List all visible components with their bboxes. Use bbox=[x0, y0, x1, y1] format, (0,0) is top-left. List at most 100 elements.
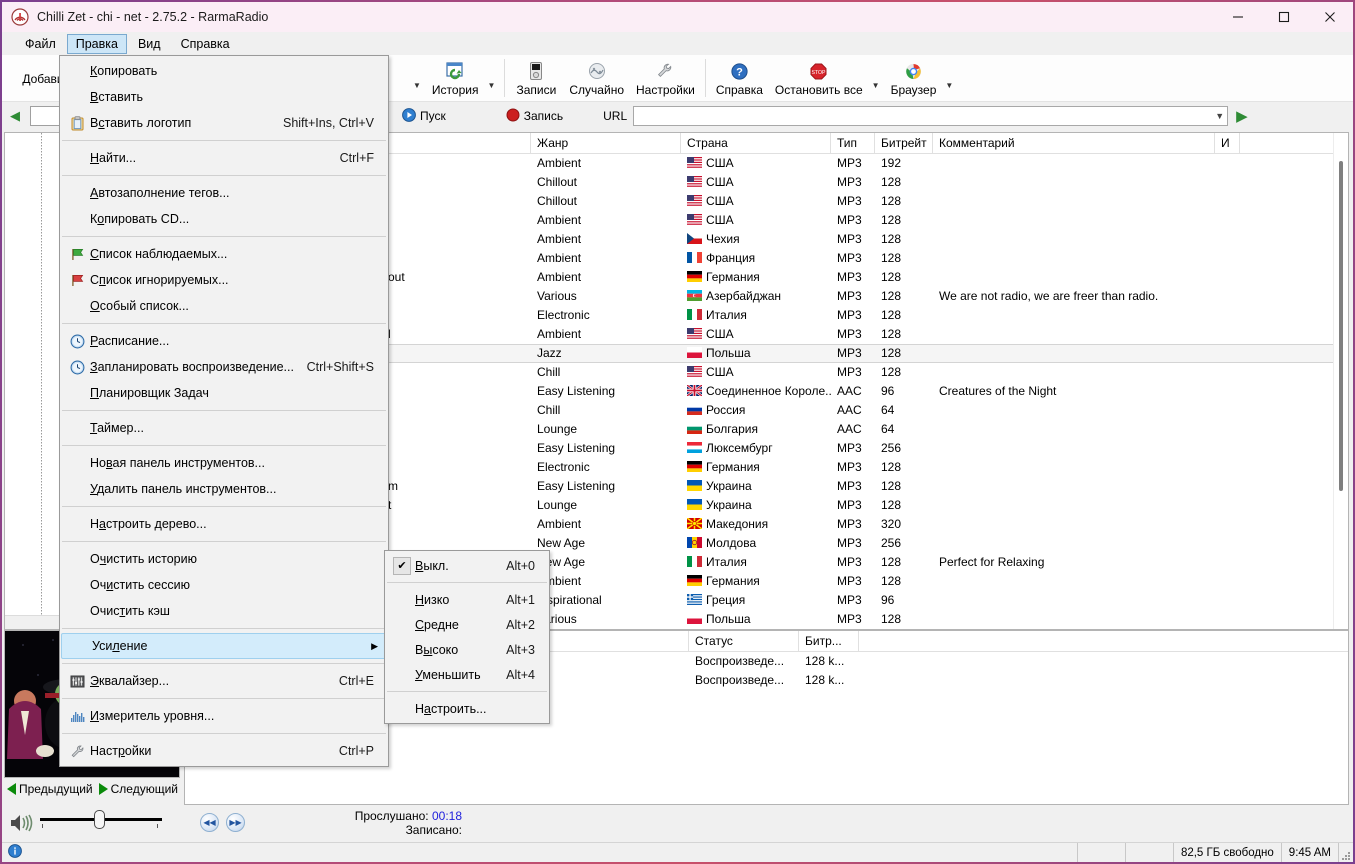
previous-button[interactable]: Предыдущий bbox=[4, 782, 96, 796]
amplify-menu-item-7[interactable]: Настроить... bbox=[385, 696, 549, 721]
station-col-header-5[interactable]: Комментарий bbox=[933, 133, 1215, 154]
table-row[interactable]: Various Азербайджан MP3 128 We are not radio… bbox=[382, 287, 1348, 306]
cell-extra bbox=[1215, 458, 1240, 477]
table-row[interactable]: Ambient Македония MP3 320 bbox=[382, 515, 1348, 534]
table-row[interactable]: Lounge Болгария AAC 64 bbox=[382, 420, 1348, 439]
amplify-submenu[interactable]: ✔ Выкл. Alt+0 Низко Alt+1 Средне Alt+2 Высоко Al… bbox=[384, 550, 550, 724]
forward-button[interactable]: ▶▶ bbox=[226, 813, 245, 832]
amplify-menu-item-5[interactable]: Уменьшить Alt+4 bbox=[385, 662, 549, 687]
menu-item-30[interactable]: Эквалайзер... Ctrl+E bbox=[60, 668, 388, 694]
station-col-header-2[interactable]: Страна bbox=[681, 133, 831, 154]
table-row[interactable]: Easy Listening Соединенное Короле... AAC 96… bbox=[382, 382, 1348, 401]
table-row[interactable]: Ambient Чехия MP3 128 bbox=[382, 230, 1348, 249]
menu-item-26[interactable]: Очистить кэш bbox=[60, 598, 388, 624]
table-row[interactable]: Electronic Германия MP3 128 bbox=[382, 458, 1348, 477]
table-row[interactable]: Ambient Франция MP3 128 bbox=[382, 249, 1348, 268]
playlist-col-header-2[interactable]: Битр... bbox=[799, 631, 859, 652]
amplify-menu-item-3[interactable]: Средне Alt+2 bbox=[385, 612, 549, 637]
station-col-header-4[interactable]: Битрейт bbox=[875, 133, 933, 154]
menu-item-10[interactable]: Список игнорируемых... bbox=[60, 267, 388, 293]
minimize-button[interactable] bbox=[1215, 2, 1261, 32]
menu-item-28[interactable]: Усиление ▶ bbox=[61, 633, 387, 659]
table-row[interactable]: t Lounge Украина MP3 128 bbox=[382, 496, 1348, 515]
menu-item-24[interactable]: Очистить историю bbox=[60, 546, 388, 572]
menu-item-34[interactable]: Настройки Ctrl+P bbox=[60, 738, 388, 764]
menu-item-13[interactable]: Расписание... bbox=[60, 328, 388, 354]
table-row[interactable]: Electronic Италия MP3 128 bbox=[382, 306, 1348, 325]
cell-bitrate: 128 bbox=[881, 327, 902, 341]
table-row[interactable]: out Ambient Германия MP3 128 bbox=[382, 268, 1348, 287]
stop-all-dropdown-caret[interactable]: ▼ bbox=[869, 67, 885, 90]
close-button[interactable] bbox=[1307, 2, 1353, 32]
edit-dropdown-menu[interactable]: Копировать Вставить Вставить логотип Shift+… bbox=[59, 55, 389, 767]
menu-item-4[interactable]: Найти... Ctrl+F bbox=[60, 145, 388, 171]
toolbar-browser-button[interactable]: Браузер bbox=[885, 56, 943, 100]
volume-slider-thumb[interactable] bbox=[94, 810, 105, 829]
table-row[interactable]: Chillout США MP3 128 bbox=[382, 173, 1348, 192]
menu-item-9[interactable]: Список наблюдаемых... bbox=[60, 241, 388, 267]
url-chevron-down-icon[interactable]: ▼ bbox=[1215, 111, 1224, 121]
toolbar-stop-all-button[interactable]: STOP Остановить все bbox=[769, 56, 869, 100]
toolbar-history-button[interactable]: История bbox=[426, 56, 485, 100]
menu-item-11[interactable]: Особый список... bbox=[60, 293, 388, 319]
table-row[interactable]: Chill США MP3 128 bbox=[382, 363, 1348, 382]
table-row[interactable]: Ambient США MP3 192 bbox=[382, 154, 1348, 173]
station-list-scrollbar[interactable] bbox=[1333, 133, 1348, 629]
browser-dropdown-caret[interactable]: ▼ bbox=[942, 67, 958, 90]
menu-item-25[interactable]: Очистить сессию bbox=[60, 572, 388, 598]
menu-item-17[interactable]: Таймер... bbox=[60, 415, 388, 441]
menu-item-1[interactable]: Вставить bbox=[60, 84, 388, 110]
table-row[interactable]: l Ambient США MP3 128 bbox=[382, 325, 1348, 344]
amplify-menu-item-0[interactable]: ✔ Выкл. Alt+0 bbox=[385, 553, 549, 578]
station-col-header-0[interactable] bbox=[382, 133, 531, 154]
menu-edit[interactable]: Правка bbox=[66, 33, 127, 54]
playlist-col-header-1[interactable]: Статус bbox=[689, 631, 799, 652]
menu-item-32[interactable]: Измеритель уровня... bbox=[60, 703, 388, 729]
history-dropdown-caret[interactable]: ▼ bbox=[484, 67, 500, 90]
table-row[interactable]: m Easy Listening Украина MP3 128 bbox=[382, 477, 1348, 496]
toolbar-recordings-button[interactable]: Записи bbox=[509, 56, 563, 100]
toolbar-random-button[interactable]: Случайно bbox=[563, 56, 630, 100]
table-row[interactable]: Easy Listening Люксембург MP3 256 bbox=[382, 439, 1348, 458]
maximize-button[interactable] bbox=[1261, 2, 1307, 32]
menu-view[interactable]: Вид bbox=[129, 34, 170, 54]
back-nav-button[interactable]: ◀ bbox=[2, 108, 28, 124]
menu-item-2[interactable]: Вставить логотип Shift+Ins, Ctrl+V bbox=[60, 110, 388, 136]
menu-item-14[interactable]: Запланировать воспроизведение... Ctrl+Shi… bbox=[60, 354, 388, 380]
table-row[interactable]: Ambient США MP3 128 bbox=[382, 211, 1348, 230]
table-row[interactable]: Chill Россия AAC 64 bbox=[382, 401, 1348, 420]
menu-separator bbox=[62, 733, 386, 734]
menu-item-19[interactable]: Новая панель инструментов... bbox=[60, 450, 388, 476]
menu-item-15[interactable]: Планировщик Задач bbox=[60, 380, 388, 406]
menu-help[interactable]: Справка bbox=[172, 34, 239, 54]
info-icon[interactable] bbox=[8, 844, 22, 861]
toolbar-overflow-caret[interactable]: ▼ bbox=[410, 67, 426, 90]
table-row[interactable]: Chillout США MP3 128 bbox=[382, 192, 1348, 211]
cell-extra bbox=[1215, 249, 1240, 268]
rewind-button[interactable]: ◀◀ bbox=[200, 813, 219, 832]
station-col-header-1[interactable]: Жанр bbox=[531, 133, 681, 154]
cell-type: MP3 bbox=[837, 194, 862, 208]
table-row[interactable]: Jazz Польша MP3 128 bbox=[382, 344, 1348, 363]
menu-item-6[interactable]: Автозаполнение тегов... bbox=[60, 180, 388, 206]
menu-item-7[interactable]: Копировать CD... bbox=[60, 206, 388, 232]
station-col-header-3[interactable]: Тип bbox=[831, 133, 875, 154]
speaker-icon[interactable] bbox=[10, 813, 34, 836]
record-button[interactable]: Запись bbox=[496, 108, 573, 125]
toolbar-settings-button[interactable]: Настройки bbox=[630, 56, 701, 100]
station-list-scroll-thumb[interactable] bbox=[1339, 161, 1343, 491]
go-button[interactable]: ▶ bbox=[1236, 107, 1248, 125]
menu-item-0[interactable]: Копировать bbox=[60, 58, 388, 84]
toolbar-help-button[interactable]: ? Справка bbox=[710, 56, 769, 100]
menu-file[interactable]: Файл bbox=[16, 34, 65, 54]
country-flag-icon bbox=[687, 459, 702, 472]
menu-item-20[interactable]: Удалить панель инструментов... bbox=[60, 476, 388, 502]
menu-item-22[interactable]: Настроить дерево... bbox=[60, 511, 388, 537]
amplify-menu-item-4[interactable]: Высоко Alt+3 bbox=[385, 637, 549, 662]
next-button[interactable]: Следующий bbox=[96, 782, 181, 796]
resize-grip-icon[interactable] bbox=[1339, 843, 1353, 863]
amplify-menu-item-2[interactable]: Низко Alt+1 bbox=[385, 587, 549, 612]
station-col-header-6[interactable]: И bbox=[1215, 133, 1240, 154]
url-input[interactable]: ▼ bbox=[633, 106, 1229, 126]
play-button[interactable]: Пуск bbox=[392, 107, 456, 125]
